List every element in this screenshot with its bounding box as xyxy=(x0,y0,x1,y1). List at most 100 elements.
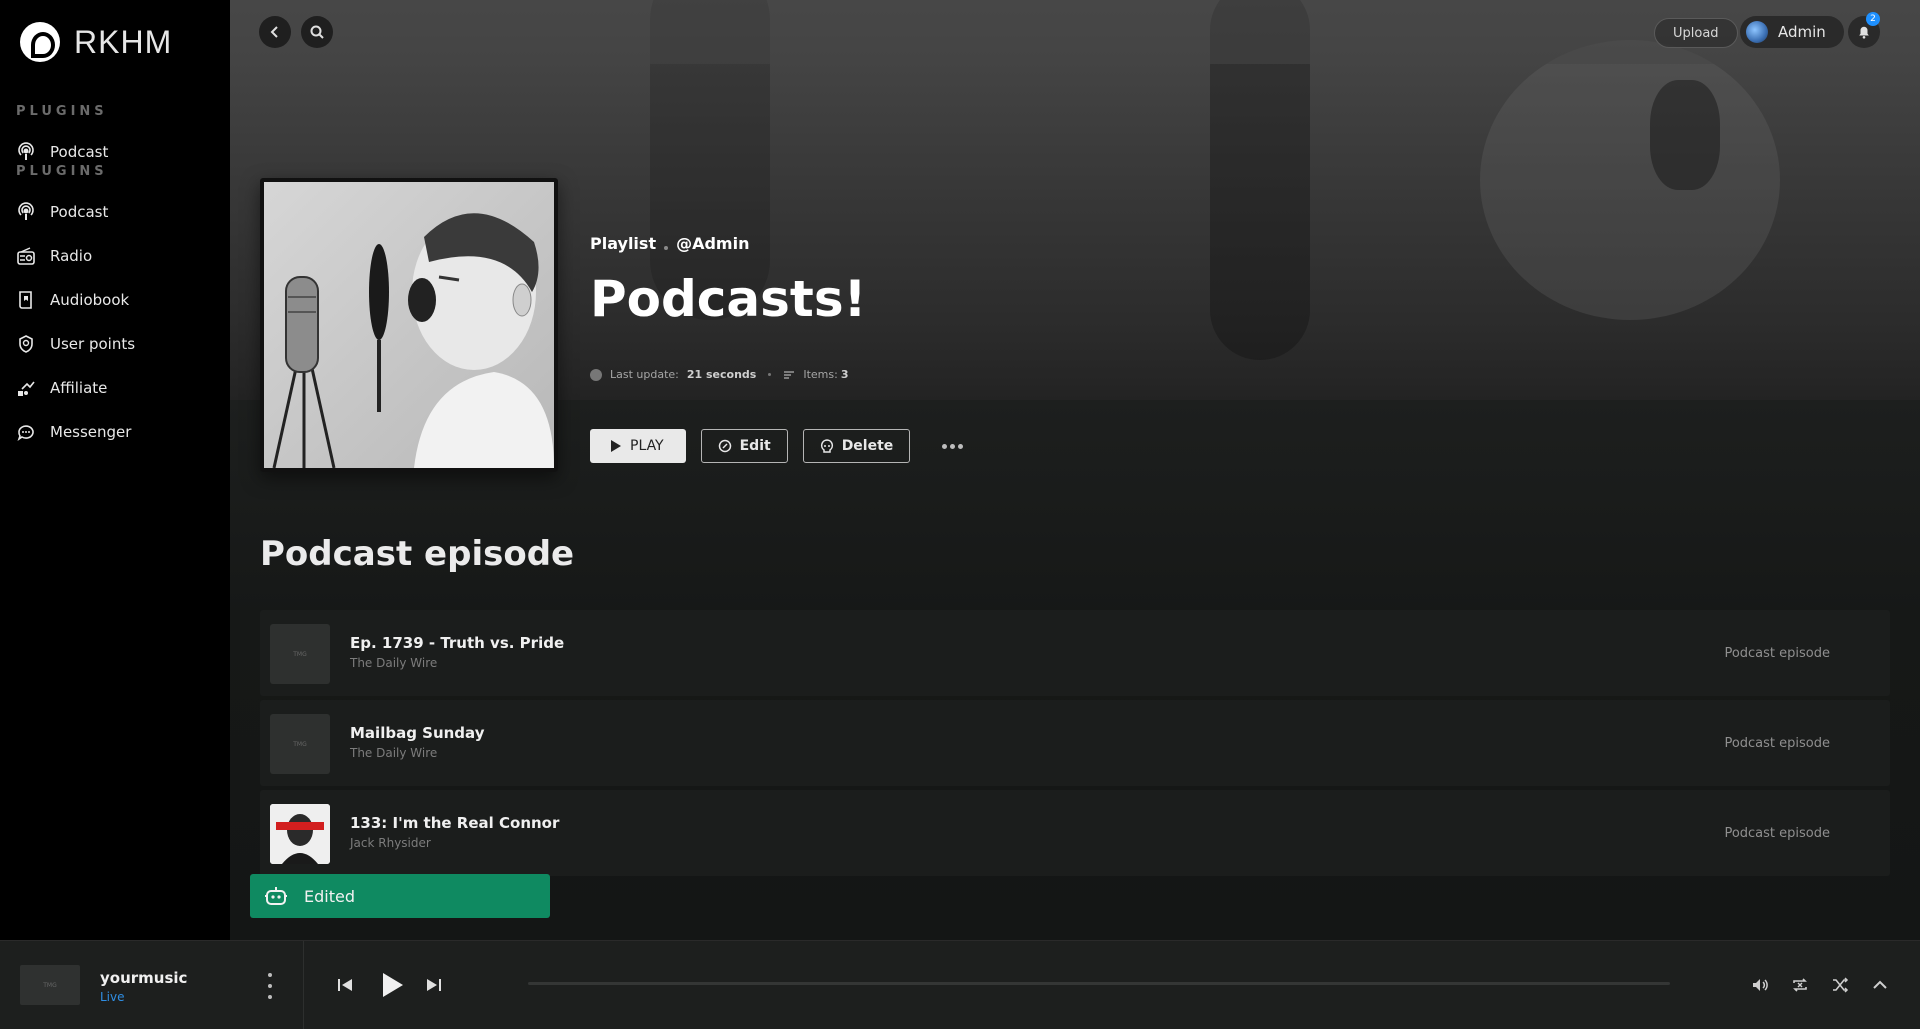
player-menu-button[interactable] xyxy=(266,973,274,999)
chevron-left-icon xyxy=(270,26,278,38)
sidebar-item-user-points[interactable]: User points xyxy=(16,334,135,354)
page-title: Podcasts! xyxy=(590,270,867,328)
list-item[interactable]: TMG Mailbag Sunday The Daily Wire Podcas… xyxy=(260,700,1890,786)
play-button[interactable]: PLAY xyxy=(590,429,686,463)
cover-art xyxy=(264,182,554,468)
play-icon xyxy=(383,973,403,997)
upload-button[interactable]: Upload xyxy=(1654,18,1738,48)
playlist-stats: Last update: 21 seconds Items: 3 xyxy=(590,368,849,381)
brand-name: RKHM xyxy=(74,23,173,60)
toast-notification: Edited xyxy=(250,874,550,918)
player-thumbnail: TMG xyxy=(20,965,80,1005)
episode-thumbnail: TMG xyxy=(270,714,330,774)
sidebar-item-label: Affiliate xyxy=(50,379,108,397)
bell-icon xyxy=(1859,26,1869,39)
last-update-value: 21 seconds xyxy=(686,368,757,381)
sidebar-heading: PLUGINS xyxy=(16,164,108,179)
sidebar-item-podcast[interactable]: Podcast xyxy=(16,202,108,222)
podcast-icon xyxy=(18,142,34,160)
repeat-button[interactable] xyxy=(1789,974,1811,996)
skull-icon xyxy=(820,439,833,453)
sidebar-item-label: Radio xyxy=(50,247,93,265)
sidebar-item-audiobook[interactable]: Audiobook xyxy=(16,290,129,310)
play-pause-button[interactable] xyxy=(376,969,408,1001)
episode-thumbnail xyxy=(270,804,330,864)
search-button[interactable] xyxy=(301,16,333,48)
audiobook-icon xyxy=(19,291,32,309)
items-label: Items: xyxy=(803,368,838,381)
play-icon xyxy=(611,440,621,452)
back-button[interactable] xyxy=(259,16,291,48)
sidebar-item-radio[interactable]: Radio xyxy=(16,246,92,266)
shuffle-icon xyxy=(1833,977,1849,993)
user-name: Admin xyxy=(1778,23,1826,41)
action-bar: PLAY Edit Delete xyxy=(590,429,967,463)
delete-label: Delete xyxy=(841,438,894,454)
player-progress-bar[interactable] xyxy=(528,982,1670,985)
more-options-button[interactable] xyxy=(937,431,967,461)
items-count: 3 xyxy=(840,368,849,381)
chevron-up-icon xyxy=(1873,980,1887,989)
edit-icon xyxy=(718,439,731,453)
last-update-label: Last update: xyxy=(610,368,679,381)
badge-icon xyxy=(19,335,33,353)
edit-button[interactable]: Edit xyxy=(700,429,788,463)
next-button[interactable] xyxy=(423,974,445,996)
previous-button[interactable] xyxy=(334,974,356,996)
chat-icon xyxy=(17,425,34,441)
affiliate-icon xyxy=(18,381,35,396)
avatar xyxy=(1746,21,1768,43)
episode-type: Podcast episode xyxy=(1724,736,1830,751)
repeat-icon xyxy=(1793,978,1807,992)
play-label: PLAY xyxy=(630,438,664,454)
sidebar-item-label: Audiobook xyxy=(50,291,130,309)
player-track-title[interactable]: yourmusic xyxy=(100,969,187,987)
sidebar: RKHM PLUGINS Podcast PLUGINS Podcast Rad… xyxy=(0,0,230,940)
sidebar-item-label: User points xyxy=(50,335,136,353)
episode-artist[interactable]: The Daily Wire xyxy=(350,746,437,760)
delete-button[interactable]: Delete xyxy=(802,429,911,463)
playlist-meta: Playlist @Admin xyxy=(590,234,749,253)
list-item[interactable]: TMG Ep. 1739 - Truth vs. Pride The Daily… xyxy=(260,610,1890,696)
separator-dot xyxy=(664,245,669,250)
playlist-owner[interactable]: @Admin xyxy=(676,234,749,253)
episode-type: Podcast episode xyxy=(1724,826,1830,841)
volume-button[interactable] xyxy=(1749,974,1771,996)
podcast-icon xyxy=(18,202,34,220)
search-icon xyxy=(310,25,324,39)
notification-badge: 2 xyxy=(1866,12,1880,26)
edit-label: Edit xyxy=(739,438,771,454)
main-content: Upload Admin 2 Playlist @Admin Podcasts!… xyxy=(230,0,1920,940)
skip-forward-icon xyxy=(427,979,441,991)
episode-title[interactable]: 133: I'm the Real Connor xyxy=(350,814,559,832)
sidebar-item-podcast-top[interactable]: Podcast xyxy=(16,142,108,162)
shuffle-button[interactable] xyxy=(1829,974,1851,996)
playlist-cover xyxy=(260,178,558,472)
volume-icon xyxy=(1753,979,1768,991)
expand-player-button[interactable] xyxy=(1869,974,1891,996)
clock-icon xyxy=(590,368,602,381)
playlist-type: Playlist xyxy=(590,234,657,253)
sidebar-heading: PLUGINS xyxy=(16,104,108,119)
user-menu-button[interactable]: Admin xyxy=(1740,16,1844,48)
player-track-status: Live xyxy=(100,990,125,1004)
sidebar-item-label: Podcast xyxy=(50,203,109,221)
brand-logo[interactable]: RKHM xyxy=(20,22,172,62)
radio-icon xyxy=(17,247,35,265)
episode-type: Podcast episode xyxy=(1724,646,1830,661)
sidebar-item-affiliate[interactable]: Affiliate xyxy=(16,378,107,398)
episode-artist[interactable]: Jack Rhysider xyxy=(350,836,431,850)
sidebar-item-label: Messenger xyxy=(50,423,132,441)
sidebar-item-label: Podcast xyxy=(50,143,109,161)
episode-title[interactable]: Ep. 1739 - Truth vs. Pride xyxy=(350,634,564,652)
skip-back-icon xyxy=(338,979,352,991)
logo-icon xyxy=(20,22,60,62)
list-item[interactable]: 133: I'm the Real Connor Jack Rhysider P… xyxy=(260,790,1890,876)
episode-thumbnail: TMG xyxy=(270,624,330,684)
toast-message: Edited xyxy=(304,886,355,906)
episode-title[interactable]: Mailbag Sunday xyxy=(350,724,485,742)
sidebar-item-messenger[interactable]: Messenger xyxy=(16,422,131,442)
episode-artist[interactable]: The Daily Wire xyxy=(350,656,437,670)
section-title: Podcast episode xyxy=(260,534,575,574)
list-icon xyxy=(784,370,795,379)
